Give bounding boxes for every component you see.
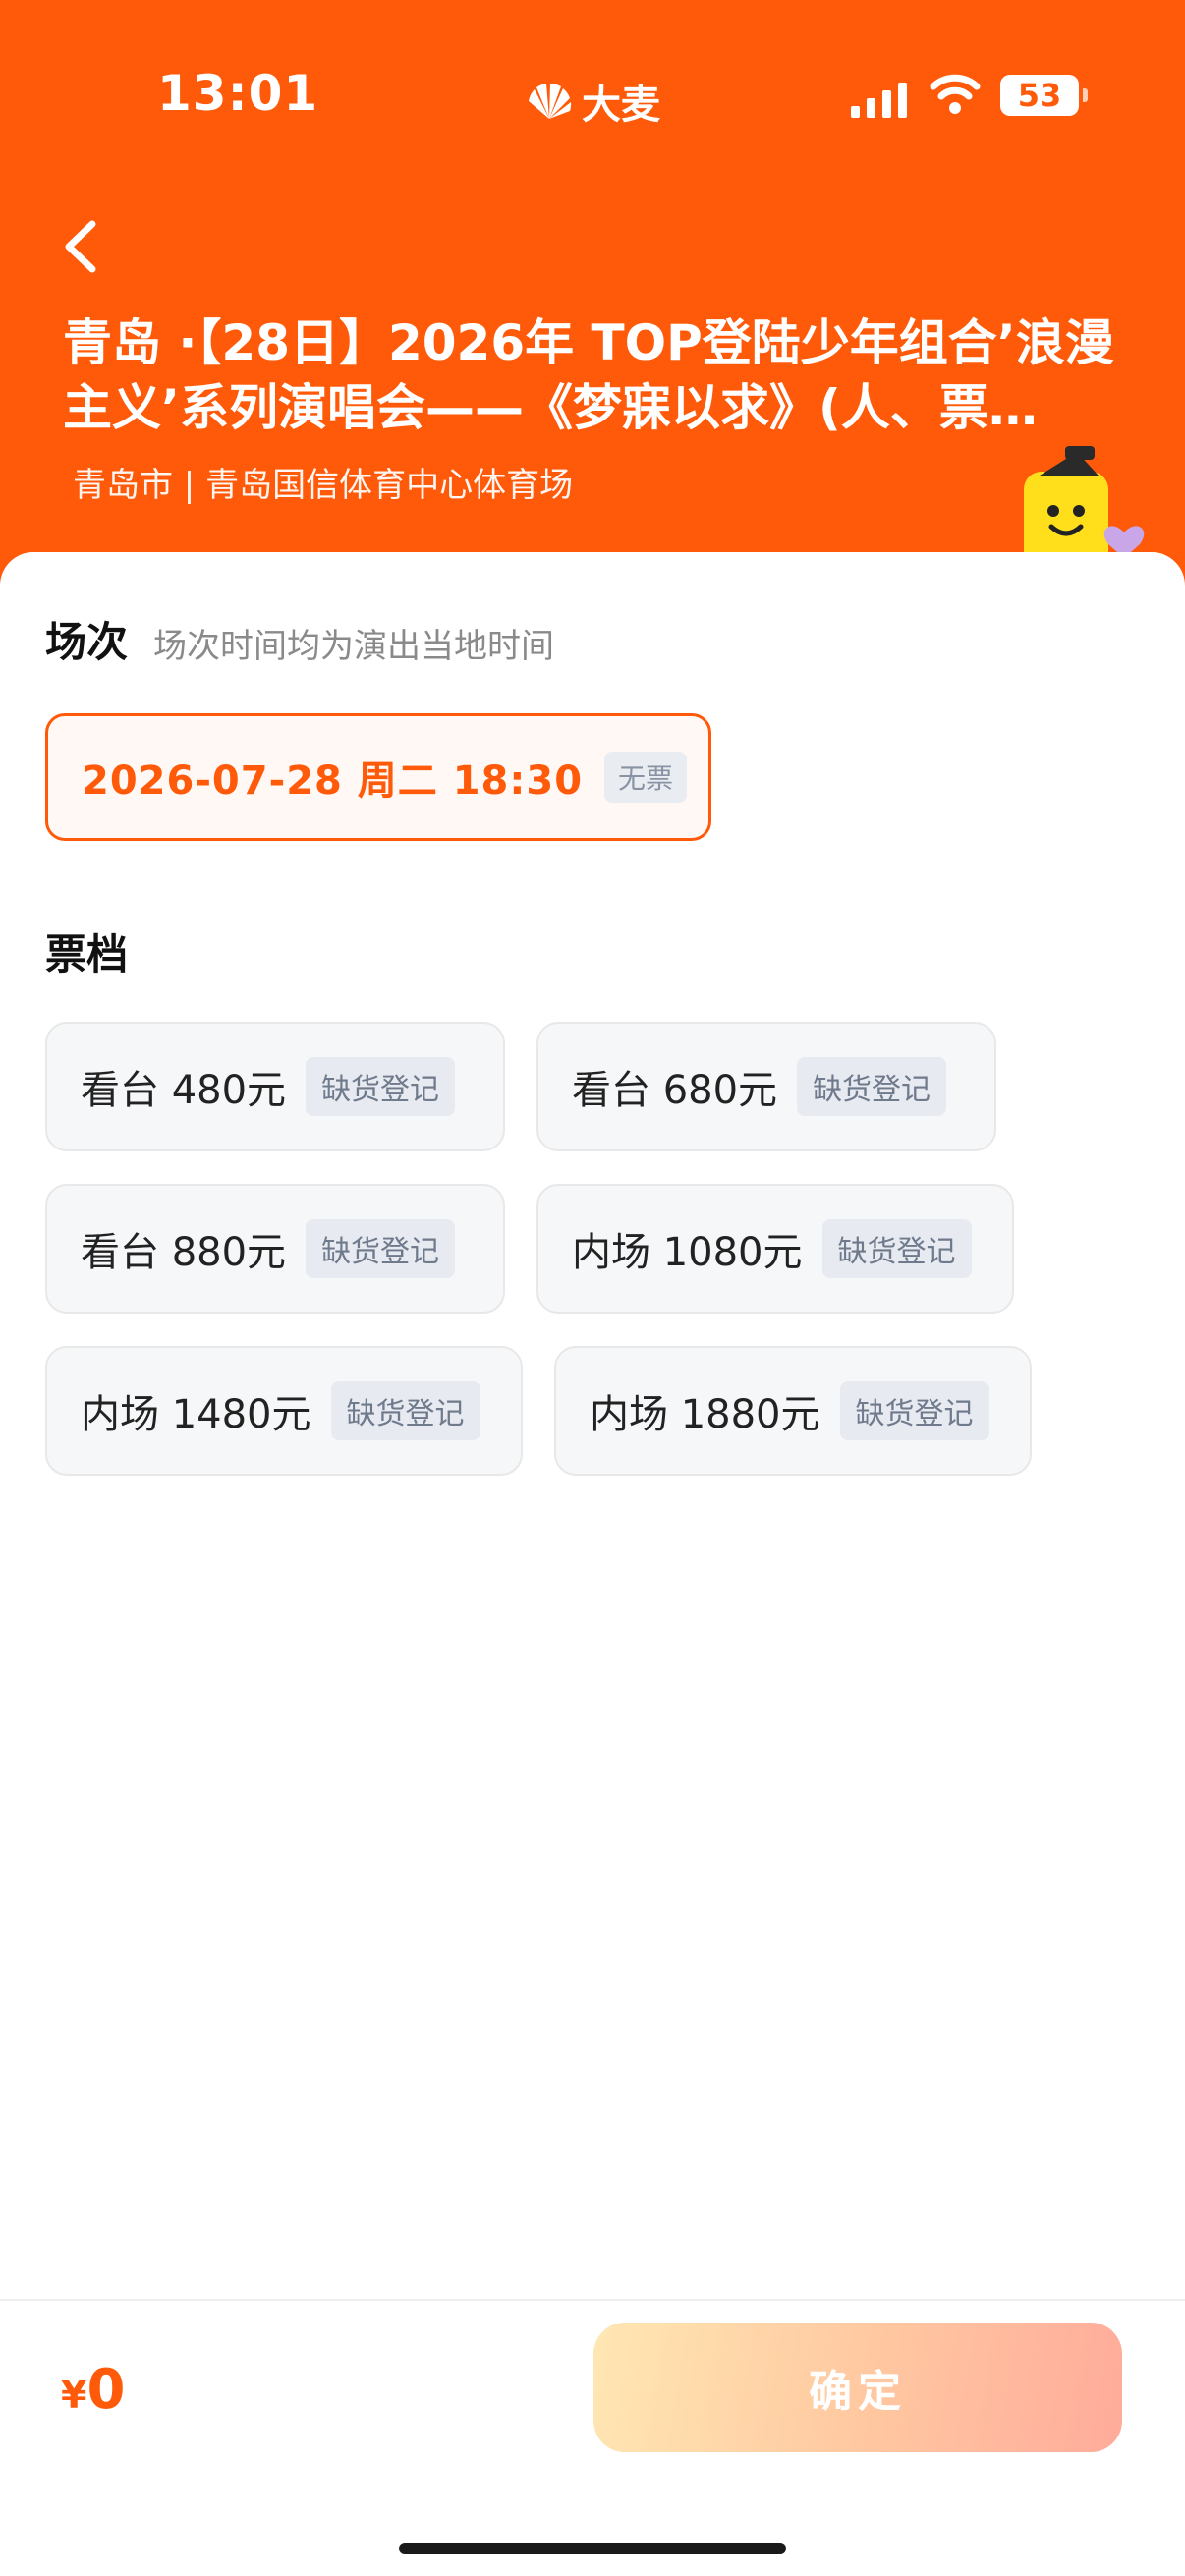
signal-icon [851,83,907,118]
header-banner: 13:01 大麦 53 青岛 ·【28日】2026年 TOP登陆少年组合’浪漫主… [0,0,1185,589]
tier-option[interactable]: 看台 680元 缺货登记 [536,1022,996,1151]
brand-name: 大麦 [582,83,660,128]
wifi-icon [930,74,981,114]
tier-label: 内场 1880元 [590,1392,820,1437]
out-of-stock-badge: 缺货登记 [821,1219,972,1278]
tier-label: 看台 680元 [572,1068,778,1113]
status-time: 13:01 [157,65,319,122]
event-venue: 青岛市 | 青岛国信体育中心体育场 [73,466,574,505]
home-indicator [399,2543,786,2554]
out-of-stock-badge: 缺货登记 [330,1381,480,1440]
tier-option[interactable]: 看台 480元 缺货登记 [45,1022,505,1151]
session-datetime: 2026-07-28 周二 18:30 [82,758,584,804]
ticket-selection-sheet [0,552,1185,2576]
battery-icon: 53 [1000,75,1088,116]
footer-divider [0,2299,1185,2301]
price-total: ¥0 [61,2358,125,2422]
out-of-stock-badge: 缺货登记 [306,1057,456,1116]
tier-option[interactable]: 内场 1480元 缺货登记 [45,1346,523,1476]
out-of-stock-badge: 缺货登记 [797,1057,947,1116]
chevron-left-icon[interactable] [57,218,104,275]
total-amount: 0 [86,2358,126,2422]
tier-label: 看台 480元 [81,1068,287,1113]
tier-option[interactable]: 看台 880元 缺货登记 [45,1184,505,1314]
tier-option[interactable]: 内场 1880元 缺货登记 [554,1346,1032,1476]
brand-fan-icon [529,84,572,119]
tier-label: 内场 1080元 [572,1230,803,1275]
out-of-stock-badge: 缺货登记 [306,1219,456,1278]
tier-section-title: 票档 [45,930,129,979]
session-option-selected[interactable]: 2026-07-28 周二 18:30 无票 [45,713,711,841]
tier-option[interactable]: 内场 1080元 缺货登记 [536,1184,1014,1314]
session-section-title: 场次 [45,618,129,666]
currency-symbol: ¥ [61,2374,87,2417]
session-status-badge: 无票 [604,752,688,803]
status-bar: 13:01 大麦 53 [0,0,1185,196]
session-section-hint: 场次时间均为演出当地时间 [153,627,554,666]
confirm-button[interactable]: 确定 [593,2323,1122,2452]
out-of-stock-badge: 缺货登记 [839,1381,989,1440]
brand-logo: 大麦 [525,73,660,130]
event-title: 青岛 ·【28日】2026年 TOP登陆少年组合’浪漫主义’系列演唱会——《梦寐… [63,314,1114,436]
tier-label: 看台 880元 [81,1230,287,1275]
tier-label: 内场 1480元 [81,1392,311,1437]
